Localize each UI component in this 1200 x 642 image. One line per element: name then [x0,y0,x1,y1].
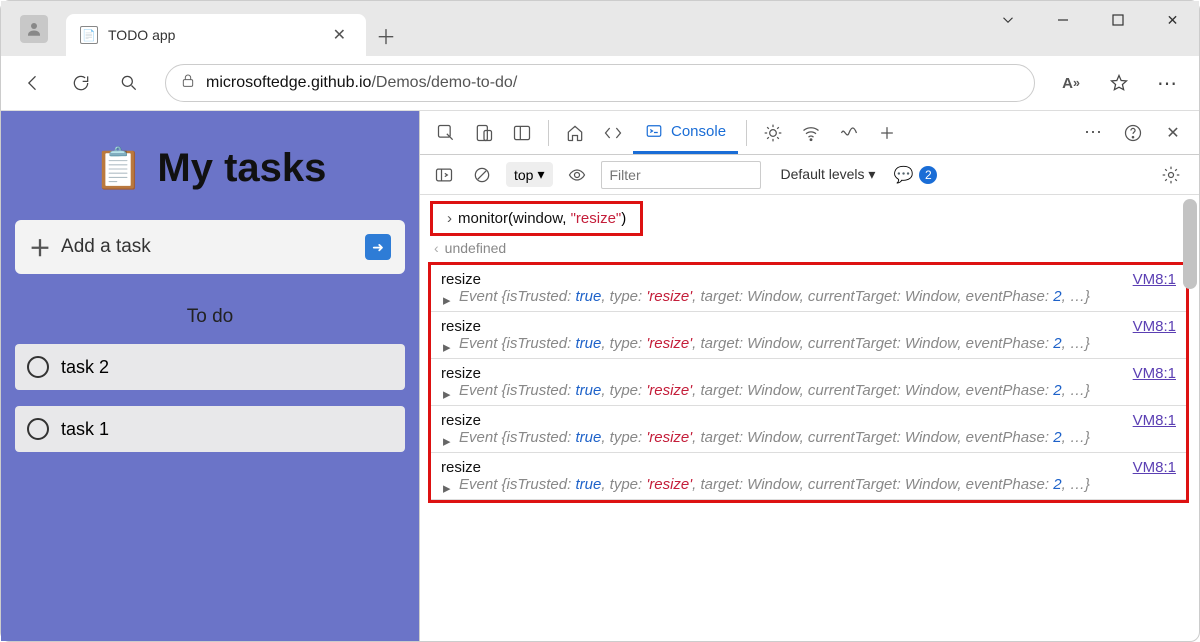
issues-button[interactable]: 💬 2 [893,165,937,185]
event-source-link[interactable]: VM8:1 [1133,365,1176,382]
event-source-link[interactable]: VM8:1 [1133,459,1176,476]
refresh-button[interactable] [61,63,101,103]
device-emulation-button[interactable] [466,115,502,151]
console-command-line: › monitor(window, "resize") [430,201,643,236]
event-name: resize [441,271,481,288]
chat-icon: 💬 [893,165,913,185]
expand-icon[interactable]: ▸ [443,479,451,497]
devtools-more-button[interactable]: ⋯ [1075,115,1111,151]
devtools-tabbar: Console ⋯ ✕ [420,111,1199,155]
event-details: ▸Event {isTrusted: true, type: 'resize',… [441,288,1176,305]
more-button[interactable]: ⋯ [1147,63,1187,103]
event-name: resize [441,412,481,429]
read-aloud-button[interactable]: A» [1051,63,1091,103]
event-name: resize [441,365,481,382]
return-value-line: ‹undefined [420,238,1199,258]
task-label: task 1 [61,419,109,440]
task-checkbox[interactable] [27,356,49,378]
expand-icon[interactable]: ▸ [443,432,451,450]
log-levels-selector[interactable]: Default levels ▾ [781,166,876,183]
elements-tab[interactable] [595,115,631,151]
person-icon [20,15,48,43]
file-icon: 📄 [80,26,98,44]
welcome-tab[interactable] [557,115,593,151]
task-checkbox[interactable] [27,418,49,440]
return-arrow-icon: ‹ [434,240,439,256]
browser-titlebar: 📄 TODO app ✕ ＋ ✕ [1,1,1199,56]
tab-title: TODO app [108,27,317,43]
close-window-button[interactable]: ✕ [1145,0,1200,40]
task-item[interactable]: task 1 [15,406,405,452]
expand-icon[interactable]: ▸ [443,291,451,309]
event-source-link[interactable]: VM8:1 [1133,318,1176,335]
close-tab-button[interactable]: ✕ [327,23,352,47]
console-tab-label: Console [671,123,726,140]
expand-icon[interactable]: ▸ [443,385,451,403]
console-log-entry[interactable]: resize VM8:1▸Event {isTrusted: true, type… [431,406,1186,453]
more-tabs-button[interactable] [869,115,905,151]
console-log-entry[interactable]: resize VM8:1▸Event {isTrusted: true, type… [431,265,1186,312]
event-details: ▸Event {isTrusted: true, type: 'resize',… [441,335,1176,352]
event-details: ▸Event {isTrusted: true, type: 'resize',… [441,476,1176,493]
maximize-button[interactable] [1090,0,1145,40]
new-tab-button[interactable]: ＋ [366,14,406,56]
minimize-button[interactable] [1035,0,1090,40]
url-text: microsoftedge.github.io/Demos/demo-to-do… [206,74,517,92]
command-text: monitor(window, "resize") [458,210,626,227]
chevron-down-icon: ▾ [537,166,544,183]
event-source-link[interactable]: VM8:1 [1133,271,1176,288]
performance-tab-icon[interactable] [831,115,867,151]
live-expression-button[interactable] [563,161,591,189]
profile-button[interactable] [1,1,66,56]
sources-tab-icon[interactable] [755,115,791,151]
console-log-entry[interactable]: resize VM8:1▸Event {isTrusted: true, type… [431,453,1186,500]
context-selector[interactable]: top ▾ [506,162,553,187]
event-details: ▸Event {isTrusted: true, type: 'resize',… [441,429,1176,446]
console-output[interactable]: › monitor(window, "resize") ‹undefined r… [420,195,1199,641]
plus-icon: ＋ [29,231,51,263]
task-label: task 2 [61,357,109,378]
console-settings-button[interactable] [1153,157,1189,193]
browser-tab[interactable]: 📄 TODO app ✕ [66,14,366,56]
search-button[interactable] [109,63,149,103]
prompt-icon: › [447,210,452,227]
network-tab-icon[interactable] [793,115,829,151]
todo-app: 📋 My tasks ＋ Add a task ➜ To do task 2 ta… [1,111,419,641]
console-log-entry[interactable]: resize VM8:1▸Event {isTrusted: true, type… [431,359,1186,406]
scrollbar-thumb[interactable] [1183,199,1197,289]
console-log-entry[interactable]: resize VM8:1▸Event {isTrusted: true, type… [431,312,1186,359]
devtools-panel: Console ⋯ ✕ top ▾ Default levels ▾ [419,111,1199,641]
event-name: resize [441,459,481,476]
add-task-placeholder: Add a task [61,236,151,258]
close-devtools-button[interactable]: ✕ [1155,115,1191,151]
clear-console-button[interactable] [468,161,496,189]
task-item[interactable]: task 2 [15,344,405,390]
tab-actions-button[interactable] [980,0,1035,40]
favorite-button[interactable] [1099,63,1139,103]
section-heading: To do [15,306,405,328]
event-details: ▸Event {isTrusted: true, type: 'resize',… [441,382,1176,399]
browser-toolbar: microsoftedge.github.io/Demos/demo-to-do… [1,56,1199,111]
back-button[interactable] [13,63,53,103]
lock-icon [180,73,196,94]
event-source-link[interactable]: VM8:1 [1133,412,1176,429]
clipboard-icon: 📋 [94,145,144,192]
expand-icon[interactable]: ▸ [443,338,451,356]
console-toolbar: top ▾ Default levels ▾ 💬 2 [420,155,1199,195]
console-tab[interactable]: Console [633,111,738,154]
help-button[interactable] [1115,115,1151,151]
page-title: My tasks [157,146,326,191]
toggle-sidebar-button[interactable] [430,161,458,189]
filter-input[interactable] [601,161,761,189]
issue-count-badge: 2 [919,166,937,184]
address-bar[interactable]: microsoftedge.github.io/Demos/demo-to-do… [165,64,1035,102]
dock-side-button[interactable] [504,115,540,151]
inspect-element-button[interactable] [428,115,464,151]
event-name: resize [441,318,481,335]
event-log-list: resizeVM8:1▸Event {isTrusted: true, type… [428,262,1189,503]
add-task-input[interactable]: ＋ Add a task ➜ [15,220,405,274]
submit-task-button[interactable]: ➜ [365,234,391,260]
